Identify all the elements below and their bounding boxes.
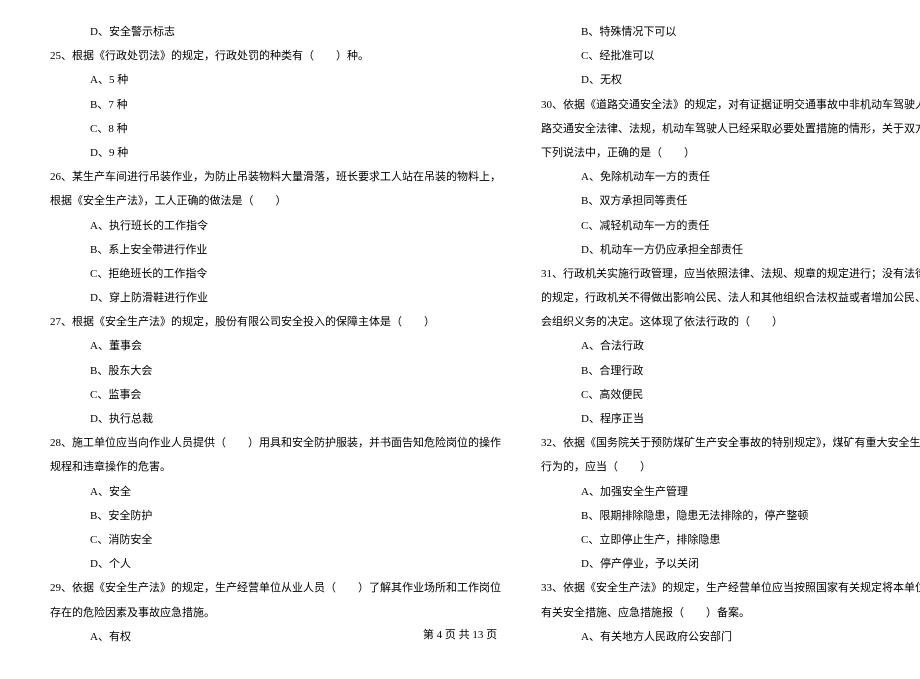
- q30-option-d: D、机动车一方仍应承担全部责任: [541, 238, 920, 262]
- q27-option-b: B、股东大会: [50, 359, 501, 383]
- q32-option-d: D、停产停业，予以关闭: [541, 552, 920, 576]
- right-column: B、特殊情况下可以 C、经批准可以 D、无权 30、依据《道路交通安全法》的规定…: [541, 20, 920, 649]
- q25-option-a: A、5 种: [50, 68, 501, 92]
- q33-line2: 有关安全措施、应急措施报（ ）备案。: [541, 601, 920, 625]
- q30-option-b: B、双方承担同等责任: [541, 189, 920, 213]
- page-content: D、安全警示标志 25、根据《行政处罚法》的规定，行政处罚的种类有（ ）种。 A…: [0, 0, 920, 679]
- q28-option-b: B、安全防护: [50, 504, 501, 528]
- q25: 25、根据《行政处罚法》的规定，行政处罚的种类有（ ）种。: [50, 44, 501, 68]
- q27: 27、根据《安全生产法》的规定，股份有限公司安全投入的保障主体是（ ）: [50, 310, 501, 334]
- q31-line3: 会组织义务的决定。这体现了依法行政的（ ）: [541, 310, 920, 334]
- q26-line1: 26、某生产车间进行吊装作业，为防止吊装物料大量滑落，班长要求工人站在吊装的物料…: [50, 165, 501, 189]
- q30-line3: 下列说法中，正确的是（ ）: [541, 141, 920, 165]
- q30-option-c: C、减轻机动车一方的责任: [541, 214, 920, 238]
- q31-option-c: C、高效便民: [541, 383, 920, 407]
- q32-option-b: B、限期排除隐患，隐患无法排除的，停产整顿: [541, 504, 920, 528]
- q31-line2: 的规定，行政机关不得做出影响公民、法人和其他组织合法权益或者增加公民、法人和其他…: [541, 286, 920, 310]
- q25-option-b: B、7 种: [50, 93, 501, 117]
- q29-option-d: D、无权: [541, 68, 920, 92]
- q25-option-d: D、9 种: [50, 141, 501, 165]
- left-column: D、安全警示标志 25、根据《行政处罚法》的规定，行政处罚的种类有（ ）种。 A…: [50, 20, 501, 649]
- q31-option-b: B、合理行政: [541, 359, 920, 383]
- q32-line2: 行为的，应当（ ）: [541, 455, 920, 479]
- q28-option-d: D、个人: [50, 552, 501, 576]
- q32-line1: 32、依据《国务院关于预防煤矿生产安全事故的特别规定》，煤矿有重大安全生产隐患和…: [541, 431, 920, 455]
- q26-option-a: A、执行班长的工作指令: [50, 214, 501, 238]
- q30-line1: 30、依据《道路交通安全法》的规定，对有证据证明交通事故中非机动车驾驶人、行人违…: [541, 93, 920, 117]
- q27-option-c: C、监事会: [50, 383, 501, 407]
- q28-option-a: A、安全: [50, 480, 501, 504]
- q25-option-c: C、8 种: [50, 117, 501, 141]
- q28-option-c: C、消防安全: [50, 528, 501, 552]
- q27-option-a: A、董事会: [50, 334, 501, 358]
- q30-option-a: A、免除机动车一方的责任: [541, 165, 920, 189]
- q26-option-c: C、拒绝班长的工作指令: [50, 262, 501, 286]
- q33-line1: 33、依据《安全生产法》的规定，生产经营单位应当按照国家有关规定将本单位重大危险…: [541, 576, 920, 600]
- q32-option-a: A、加强安全生产管理: [541, 480, 920, 504]
- page-footer: 第 4 页 共 13 页: [0, 626, 920, 642]
- q31-line1: 31、行政机关实施行政管理，应当依照法律、法规、规章的规定进行；没有法律、法规、…: [541, 262, 920, 286]
- q29-option-c: C、经批准可以: [541, 44, 920, 68]
- q30-line2: 路交通安全法律、法规，机动车驾驶人已经采取必要处置措施的情形，关于双方责任的承担…: [541, 117, 920, 141]
- q28-line1: 28、施工单位应当向作业人员提供（ ）用具和安全防护服装，并书面告知危险岗位的操…: [50, 431, 501, 455]
- q29-line2: 存在的危险因素及事故应急措施。: [50, 601, 501, 625]
- q26-option-d: D、穿上防滑鞋进行作业: [50, 286, 501, 310]
- q27-option-d: D、执行总裁: [50, 407, 501, 431]
- q29-line1: 29、依据《安全生产法》的规定，生产经营单位从业人员（ ）了解其作业场所和工作岗…: [50, 576, 501, 600]
- q26-line2: 根据《安全生产法》，工人正确的做法是（ ）: [50, 189, 501, 213]
- q32-option-c: C、立即停止生产，排除隐患: [541, 528, 920, 552]
- q24-option-d: D、安全警示标志: [50, 20, 501, 44]
- q31-option-a: A、合法行政: [541, 334, 920, 358]
- q29-option-b: B、特殊情况下可以: [541, 20, 920, 44]
- q26-option-b: B、系上安全带进行作业: [50, 238, 501, 262]
- q31-option-d: D、程序正当: [541, 407, 920, 431]
- q28-line2: 规程和违章操作的危害。: [50, 455, 501, 479]
